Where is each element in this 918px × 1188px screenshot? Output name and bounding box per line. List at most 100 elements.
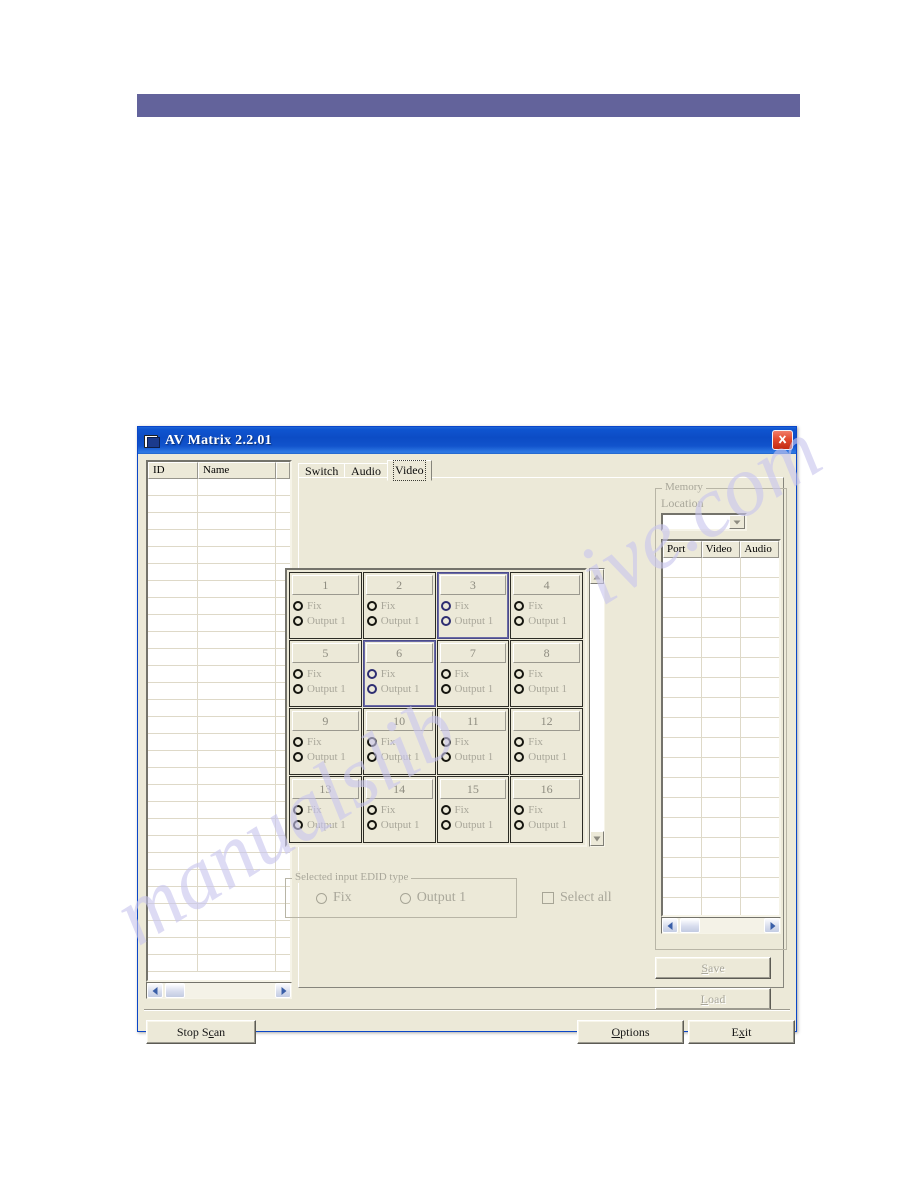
list-item[interactable] (148, 955, 290, 972)
port-option-row[interactable]: Fix (293, 734, 358, 749)
port-option-row[interactable]: Output 1 (293, 749, 358, 764)
port-option-row[interactable]: Output 1 (366, 681, 432, 696)
device-list-body[interactable] (148, 479, 290, 972)
close-icon[interactable] (772, 430, 793, 450)
table-row[interactable] (663, 658, 779, 678)
table-row[interactable] (663, 598, 779, 618)
select-all-box-icon[interactable] (542, 892, 554, 904)
device-list[interactable]: ID Name (146, 460, 292, 982)
port-fix-radio[interactable] (514, 804, 525, 815)
table-row[interactable] (663, 758, 779, 778)
port-grid-scroll-track[interactable] (590, 584, 604, 831)
port-option-row[interactable]: Output 1 (293, 613, 358, 628)
port-output-radio[interactable] (440, 751, 451, 762)
port-option-row[interactable]: Output 1 (514, 749, 579, 764)
port-cell[interactable]: 4 Fix Output 1 (510, 572, 583, 639)
table-row[interactable] (663, 898, 779, 915)
port-option-row[interactable]: Fix (366, 734, 432, 749)
table-row[interactable] (663, 558, 779, 578)
device-list-scroll-thumb[interactable] (165, 983, 185, 998)
port-output-radio[interactable] (514, 751, 525, 762)
port-output-radio[interactable] (440, 683, 451, 694)
port-cell[interactable]: 6 Fix Output 1 (362, 640, 436, 707)
table-row[interactable] (663, 718, 779, 738)
port-output-radio[interactable] (514, 819, 525, 830)
list-item[interactable] (148, 887, 290, 904)
list-item[interactable] (148, 836, 290, 853)
save-button[interactable]: Save (655, 957, 771, 979)
port-cell[interactable]: 3 Fix Output 1 (436, 572, 510, 639)
port-fix-radio[interactable] (366, 668, 377, 679)
port-cell[interactable]: 5 Fix Output 1 (289, 640, 362, 707)
list-item[interactable] (148, 938, 290, 955)
port-option-row[interactable]: Fix (440, 802, 506, 817)
memory-scroll-left-icon[interactable] (662, 918, 678, 933)
port-option-row[interactable]: Fix (366, 598, 432, 613)
port-option-row[interactable]: Fix (514, 666, 579, 681)
port-option-row[interactable]: Fix (366, 666, 432, 681)
port-output-radio[interactable] (514, 615, 525, 626)
port-output-radio[interactable] (293, 683, 303, 694)
port-grid-vscrollbar[interactable] (589, 568, 605, 847)
chevron-down-icon[interactable] (729, 515, 745, 529)
port-option-row[interactable]: Output 1 (366, 817, 432, 832)
list-item[interactable] (148, 853, 290, 870)
table-row[interactable] (663, 858, 779, 878)
port-option-row[interactable]: Fix (440, 734, 506, 749)
port-cell[interactable]: 16 Fix Output 1 (510, 776, 583, 843)
load-button[interactable]: Load (655, 988, 771, 1010)
port-output-radio[interactable] (366, 819, 377, 830)
port-fix-radio[interactable] (440, 668, 451, 679)
list-item[interactable] (148, 649, 290, 666)
list-item[interactable] (148, 904, 290, 921)
column-header-video[interactable]: Video (701, 541, 741, 558)
port-cell[interactable]: 11 Fix Output 1 (436, 708, 510, 775)
list-item[interactable] (148, 734, 290, 751)
port-fix-radio[interactable] (366, 736, 377, 747)
port-option-row[interactable]: Output 1 (514, 613, 579, 628)
memory-scroll-thumb[interactable] (680, 918, 700, 933)
port-option-row[interactable]: Output 1 (293, 681, 358, 696)
port-option-row[interactable]: Output 1 (440, 749, 506, 764)
memory-table-hscrollbar[interactable] (661, 917, 781, 934)
port-option-row[interactable]: Fix (440, 598, 506, 613)
list-item[interactable] (148, 870, 290, 887)
port-output-radio[interactable] (366, 615, 377, 626)
list-item[interactable] (148, 802, 290, 819)
port-option-row[interactable]: Fix (514, 598, 579, 613)
port-cell[interactable]: 14 Fix Output 1 (362, 776, 436, 843)
list-item[interactable] (148, 547, 290, 564)
port-fix-radio[interactable] (440, 600, 451, 611)
list-item[interactable] (148, 581, 290, 598)
port-option-row[interactable]: Fix (440, 666, 506, 681)
port-output-radio[interactable] (440, 819, 451, 830)
port-fix-radio[interactable] (514, 600, 525, 611)
scroll-left-icon[interactable] (147, 983, 163, 998)
memory-table[interactable]: Port Video Audio (661, 539, 781, 917)
port-fix-radio[interactable] (514, 668, 525, 679)
list-item[interactable] (148, 921, 290, 938)
exit-button[interactable]: Exit (688, 1020, 795, 1044)
column-header-port[interactable]: Port (663, 541, 702, 558)
port-fix-radio[interactable] (293, 668, 303, 679)
list-item[interactable] (148, 564, 290, 581)
column-header-id[interactable]: ID (148, 462, 198, 479)
port-fix-radio[interactable] (440, 804, 451, 815)
scroll-up-icon[interactable] (590, 569, 604, 584)
port-fix-radio[interactable] (514, 736, 525, 747)
list-item[interactable] (148, 751, 290, 768)
port-cell[interactable]: 12 Fix Output 1 (510, 708, 583, 775)
memory-scroll-track[interactable] (700, 918, 764, 933)
port-fix-radio[interactable] (366, 600, 377, 611)
port-option-row[interactable]: Fix (293, 598, 358, 613)
port-option-row[interactable]: Output 1 (514, 681, 579, 696)
list-item[interactable] (148, 479, 290, 496)
port-output-radio[interactable] (440, 615, 451, 626)
port-cell[interactable]: 9 Fix Output 1 (289, 708, 362, 775)
edid-output-radio[interactable] (399, 892, 411, 904)
window-titlebar[interactable]: AV Matrix 2.2.01 (138, 427, 796, 454)
port-option-row[interactable]: Fix (293, 802, 358, 817)
table-row[interactable] (663, 578, 779, 598)
list-item[interactable] (148, 666, 290, 683)
table-row[interactable] (663, 778, 779, 798)
